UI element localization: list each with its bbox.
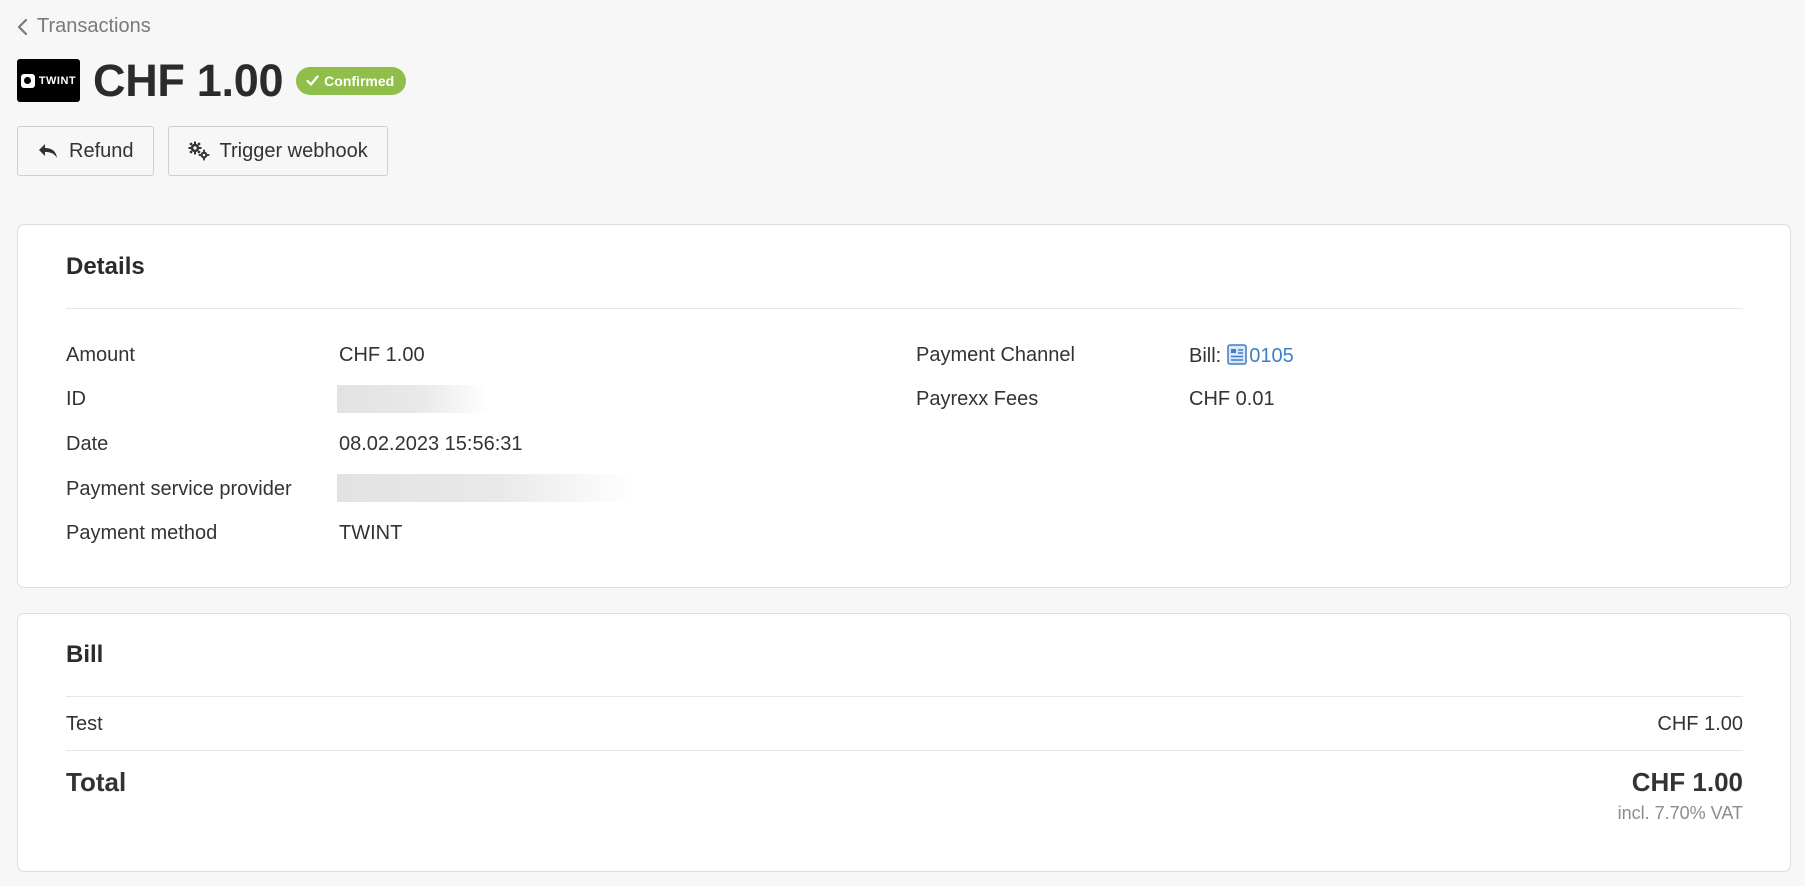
payrexx-fees-value: CHF 0.01 [1189, 388, 1275, 410]
action-bar: Refund Trigger webhook [17, 126, 388, 176]
payment-method-value: TWINT [339, 522, 403, 544]
details-title: Details [66, 253, 145, 280]
logo-text: TWINT [38, 74, 77, 87]
trigger-webhook-button-label: Trigger webhook [219, 139, 368, 162]
payment-channel-value: Bill: 0105 [1189, 344, 1294, 368]
details-divider [66, 308, 1743, 309]
check-icon [306, 75, 319, 86]
psp-redacted-value [337, 474, 633, 502]
bill-card: Bill Test CHF 1.00 Total CHF 1.00 incl. … [17, 613, 1791, 872]
payment-channel-prefix: Bill: [1189, 345, 1222, 367]
reply-arrow-icon [39, 144, 57, 158]
payment-method-label: Payment method [66, 522, 218, 544]
amount-value: CHF 1.00 [339, 344, 425, 366]
bill-item-amount: CHF 1.00 [1657, 713, 1743, 735]
bill-number-link[interactable]: 0105 [1249, 345, 1294, 367]
status-badge-label: Confirmed [324, 72, 395, 89]
bill-item-name: Test [66, 713, 103, 735]
id-label: ID [66, 388, 86, 410]
date-label: Date [66, 433, 109, 455]
transaction-header: TWINT CHF 1.00 Confirmed [17, 55, 407, 106]
details-card: Details Amount CHF 1.00 ID Date 08.02.20… [17, 224, 1791, 588]
gears-icon [188, 141, 209, 161]
bill-icon [1227, 344, 1247, 365]
amount-label: Amount [66, 344, 135, 366]
bill-divider-top [66, 696, 1743, 697]
total-label: Total [66, 767, 127, 797]
total-value: CHF 1.00 [1631, 767, 1743, 797]
payment-service-provider-label: Payment service provider [66, 478, 292, 500]
page-title: CHF 1.00 [93, 55, 284, 106]
vat-note: incl. 7.70% VAT [1617, 803, 1743, 823]
back-to-transactions-link[interactable]: Transactions [17, 15, 151, 38]
id-redacted-value [337, 385, 489, 413]
refund-button-label: Refund [69, 139, 134, 162]
twint-logo: TWINT [17, 59, 80, 102]
refund-button[interactable]: Refund [17, 126, 154, 176]
bill-divider-total [66, 750, 1743, 751]
date-value: 08.02.2023 15:56:31 [339, 433, 523, 455]
payment-channel-label: Payment Channel [916, 344, 1075, 366]
trigger-webhook-button[interactable]: Trigger webhook [167, 126, 388, 176]
chevron-left-icon [17, 18, 28, 35]
back-link-label: Transactions [37, 15, 151, 37]
bill-title: Bill [66, 641, 104, 668]
status-badge: Confirmed [296, 66, 407, 95]
payrexx-fees-label: Payrexx Fees [916, 388, 1039, 410]
transaction-detail-page: Transactions TWINT CHF 1.00 Confirmed Re… [0, 0, 1805, 886]
twint-mark-icon [20, 73, 35, 88]
